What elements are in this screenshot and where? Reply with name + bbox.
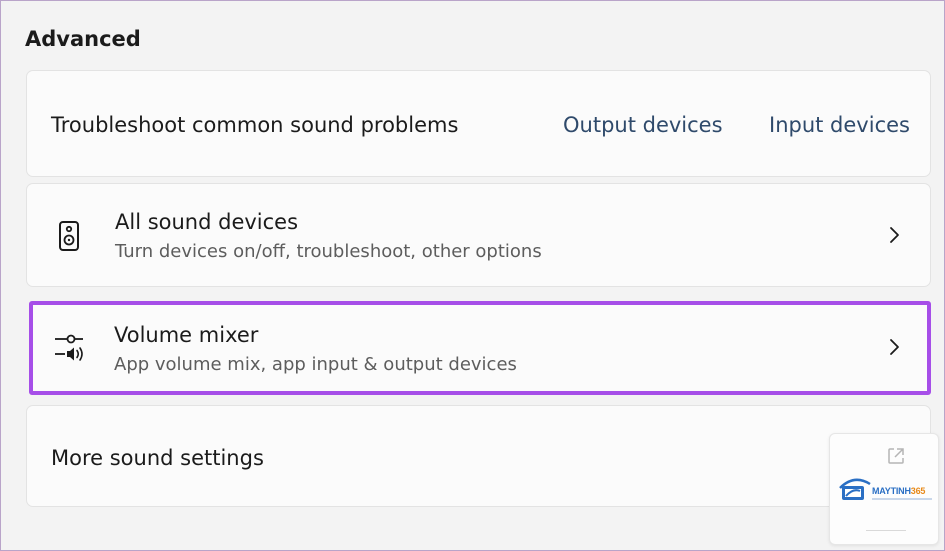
external-link-icon — [886, 446, 906, 470]
more-sound-settings-item[interactable]: More sound settings — [26, 405, 931, 507]
input-devices-link[interactable]: Input devices — [769, 113, 910, 137]
output-devices-link[interactable]: Output devices — [563, 113, 723, 137]
chevron-right-icon — [888, 338, 900, 360]
speaker-icon — [58, 220, 80, 256]
all-sound-devices-item[interactable]: All sound devices Turn devices on/off, t… — [26, 183, 931, 287]
watermark-footer-line — [866, 530, 906, 531]
troubleshoot-card: Troubleshoot common sound problems Outpu… — [26, 70, 931, 177]
all-sound-devices-subtitle: Turn devices on/off, troubleshoot, other… — [115, 241, 542, 262]
all-sound-devices-title: All sound devices — [115, 210, 299, 234]
volume-mixer-subtitle: App volume mix, app input & output devic… — [114, 354, 517, 375]
watermark-brand: MAYTINH365 — [872, 486, 926, 496]
maytinh365-logo-icon — [836, 474, 872, 510]
chevron-right-icon — [888, 226, 900, 248]
volume-mixer-title: Volume mixer — [114, 323, 259, 347]
watermark-tagline-line — [872, 498, 932, 500]
section-title: Advanced — [25, 27, 141, 51]
volume-mixer-icon — [53, 332, 89, 366]
watermark-badge: MAYTINH365 — [829, 433, 939, 545]
troubleshoot-label: Troubleshoot common sound problems — [51, 113, 459, 137]
more-sound-settings-title: More sound settings — [51, 446, 264, 470]
volume-mixer-item[interactable]: Volume mixer App volume mix, app input &… — [29, 301, 931, 395]
